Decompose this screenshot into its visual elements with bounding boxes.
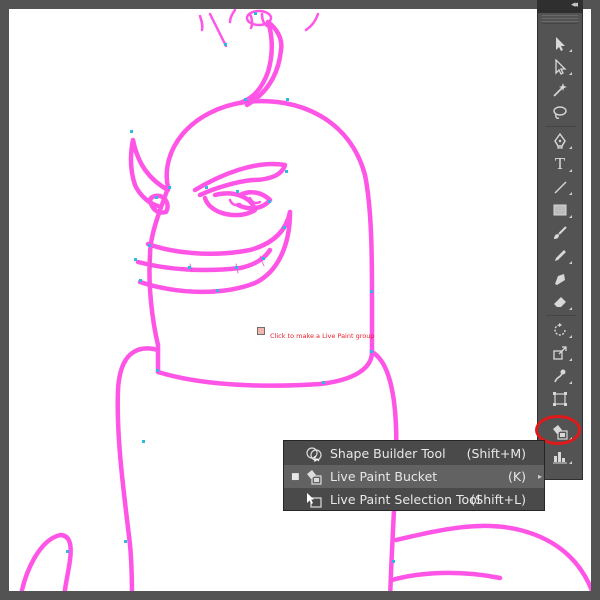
- menu-item-shape-builder[interactable]: Shape Builder Tool (Shift+M): [284, 442, 544, 465]
- live-paint-selection-icon: [305, 492, 323, 511]
- direct-selection-tool-icon[interactable]: [546, 57, 574, 77]
- line-segment-tool-icon[interactable]: [546, 177, 574, 197]
- flyout-indicator: [569, 146, 572, 149]
- menu-item-label: Live Paint Selection Tool: [330, 492, 481, 507]
- tools-divider: [546, 315, 576, 316]
- menu-item-label: Shape Builder Tool: [330, 446, 446, 461]
- flyout-indicator: [569, 335, 572, 338]
- menu-item-shortcut: (Shift+L): [470, 492, 526, 507]
- rectangle-tool-icon[interactable]: [546, 200, 574, 220]
- tool-flyout-menu[interactable]: Shape Builder Tool (Shift+M) ■ Live Pain…: [283, 440, 545, 511]
- live-paint-hint: Click to make a Live Paint group: [270, 332, 375, 340]
- panel-grip[interactable]: [542, 15, 578, 24]
- type-tool-icon[interactable]: T: [546, 154, 574, 174]
- graph-tool-icon[interactable]: [546, 446, 574, 466]
- scale-tool-icon[interactable]: [546, 343, 574, 363]
- menu-item-live-paint-selection[interactable]: Live Paint Selection Tool (Shift+L): [284, 488, 544, 511]
- tools-panel-header[interactable]: ◂◂: [538, 0, 582, 13]
- flyout-indicator: [569, 192, 572, 195]
- menu-item-label: Live Paint Bucket: [330, 469, 438, 484]
- flyout-indicator: [569, 169, 572, 172]
- flyout-indicator: [569, 215, 572, 218]
- tools-divider: [546, 126, 576, 127]
- shape-builder-icon: [305, 446, 323, 465]
- lasso-tool-icon[interactable]: [546, 103, 574, 123]
- rotate-tool-icon[interactable]: [546, 320, 574, 340]
- type-tool-glyph: T: [554, 155, 565, 173]
- flyout-indicator: [569, 261, 572, 264]
- live-paint-cursor: [257, 327, 265, 335]
- flyout-indicator: [569, 307, 572, 310]
- tools-panel[interactable]: ◂◂ T: [537, 0, 583, 480]
- paintbrush-tool-icon[interactable]: [546, 223, 574, 243]
- magic-wand-tool-icon[interactable]: [546, 80, 574, 100]
- free-transform-tool-icon[interactable]: [546, 389, 574, 409]
- menu-item-shortcut: (Shift+M): [466, 446, 526, 461]
- pen-tool-icon[interactable]: [546, 131, 574, 151]
- menu-item-live-paint-bucket[interactable]: ■ Live Paint Bucket (K) ▸: [284, 465, 544, 488]
- flyout-indicator: [569, 461, 572, 464]
- warp-tool-icon[interactable]: [546, 366, 574, 386]
- selection-tool-icon[interactable]: [546, 34, 574, 54]
- blob-brush-tool-icon[interactable]: [546, 269, 574, 289]
- flyout-indicator: [569, 381, 572, 384]
- tearoff-arrow-icon[interactable]: ▸: [538, 472, 542, 481]
- menu-item-shortcut: (K): [508, 469, 526, 484]
- live-paint-bucket-icon: [305, 469, 323, 488]
- menu-item-check: ■: [291, 471, 300, 482]
- pencil-tool-icon[interactable]: [546, 246, 574, 266]
- flyout-indicator: [569, 358, 572, 361]
- collapse-panel-button[interactable]: ◂◂: [571, 0, 578, 10]
- flyout-indicator: [569, 49, 572, 52]
- eraser-tool-icon[interactable]: [546, 292, 574, 312]
- flyout-indicator: [569, 72, 572, 75]
